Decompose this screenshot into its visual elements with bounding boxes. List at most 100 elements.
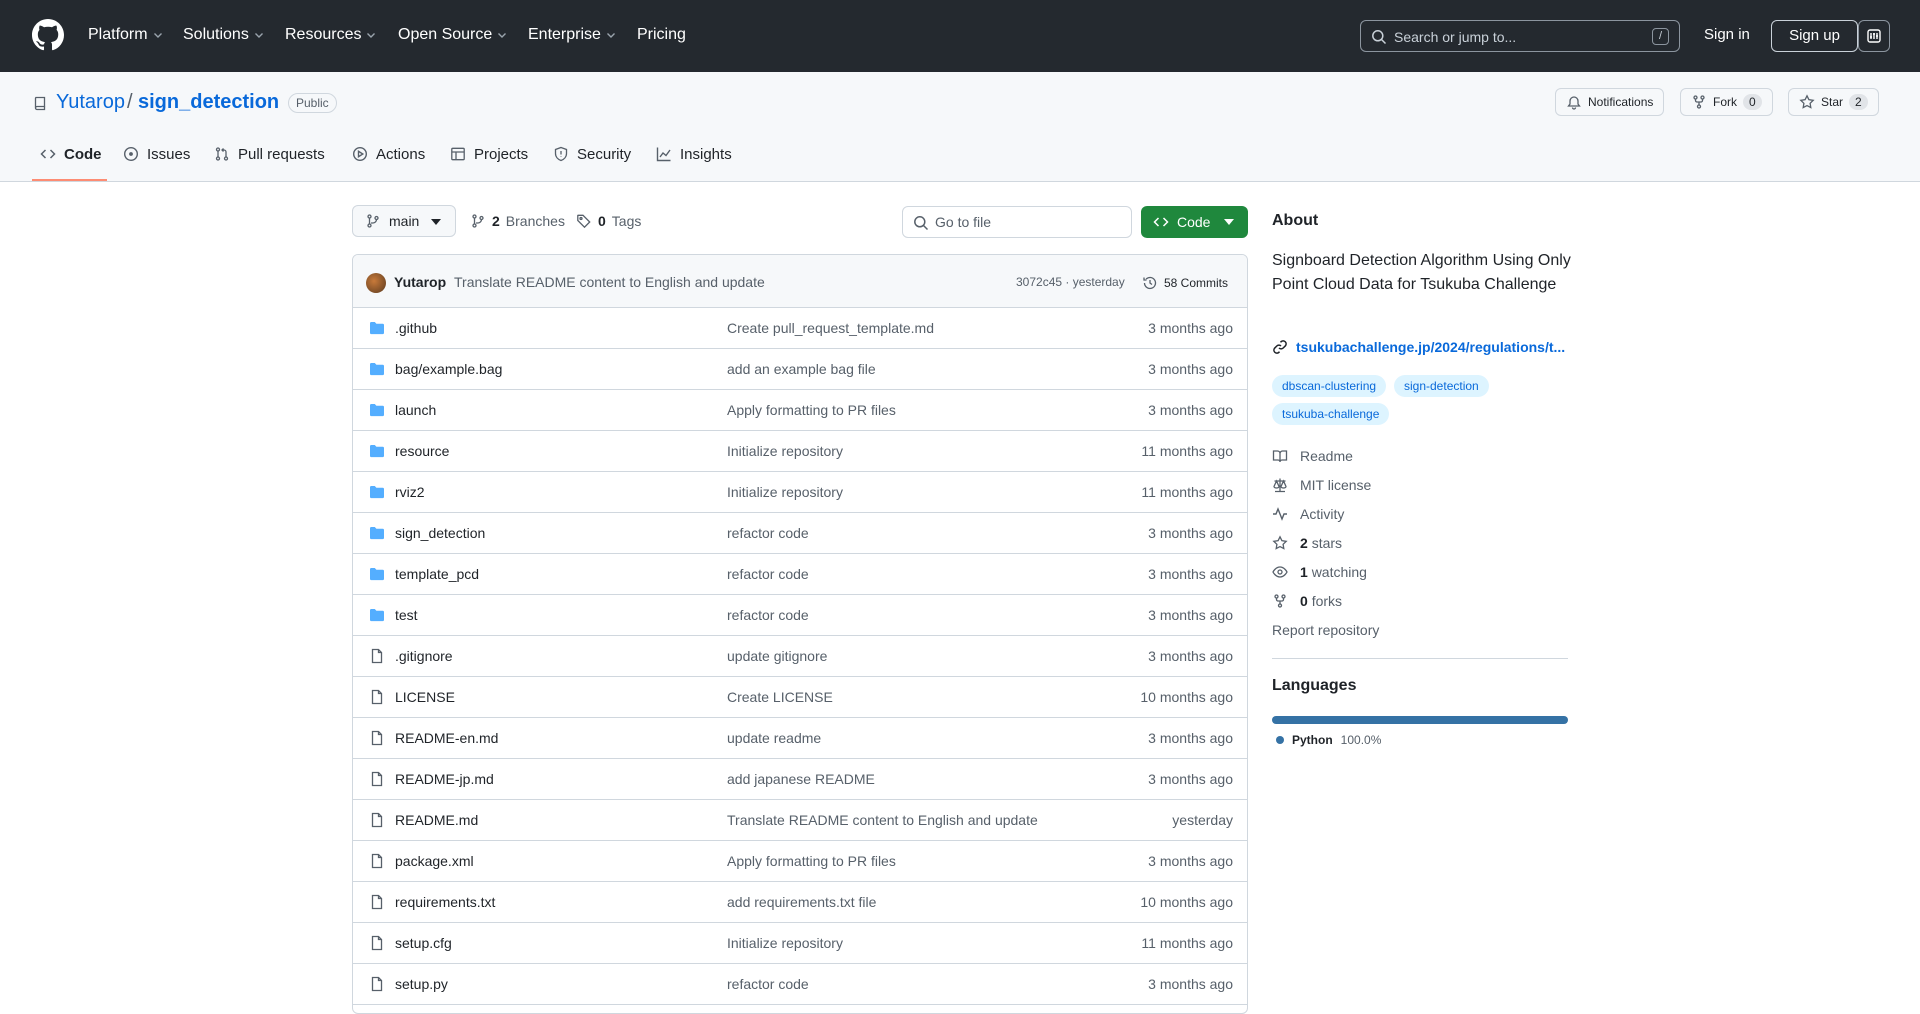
file-commit-message[interactable]: Initialize repository: [727, 443, 843, 459]
table-row[interactable]: test refactor code 3 months ago: [353, 595, 1247, 636]
settings-menu-button[interactable]: [1858, 20, 1890, 52]
star-button[interactable]: Star 2: [1788, 88, 1879, 116]
global-search-input[interactable]: Search or jump to... /: [1360, 20, 1680, 52]
branches-link[interactable]: 2 Branches: [470, 213, 565, 229]
report-repository-link[interactable]: Report repository: [1272, 622, 1379, 638]
folder-icon: [369, 361, 385, 377]
file-commit-message[interactable]: update gitignore: [727, 648, 827, 664]
sign-up-button[interactable]: Sign up: [1771, 20, 1858, 52]
table-row[interactable]: package.xml Apply formatting to PR files 3…: [353, 841, 1247, 882]
nav-platform[interactable]: Platform: [88, 24, 164, 46]
topic-tag[interactable]: tsukuba-challenge: [1272, 403, 1390, 425]
file-commit-message[interactable]: add japanese README: [727, 771, 875, 787]
table-row[interactable]: setup.cfg Initialize repository 11 months …: [353, 923, 1247, 964]
tab-pull-requests[interactable]: Pull requests: [214, 146, 325, 182]
table-row[interactable]: template_pcd refactor code 3 months ago: [353, 554, 1247, 595]
file-name-link[interactable]: .github: [395, 320, 437, 336]
file-name-link[interactable]: bag/example.bag: [395, 361, 502, 377]
topic-tag[interactable]: dbscan-clustering: [1272, 375, 1387, 397]
file-name-link[interactable]: LICENSE: [395, 689, 455, 705]
file-name-link[interactable]: sign_detection: [395, 525, 485, 541]
go-to-file-input[interactable]: Go to file: [902, 206, 1132, 238]
license-link[interactable]: MIT license: [1272, 477, 1371, 493]
table-row[interactable]: launch Apply formatting to PR files 3 mont…: [353, 390, 1247, 431]
file-commit-message[interactable]: add an example bag file: [727, 361, 876, 377]
file-commit-time: 10 months ago: [1140, 689, 1233, 705]
table-row[interactable]: resource Initialize repository 11 months a…: [353, 431, 1247, 472]
table-row[interactable]: README-en.md update readme 3 months ago: [353, 718, 1247, 759]
stars-link[interactable]: 2 stars: [1272, 535, 1342, 551]
file-name-link[interactable]: resource: [395, 443, 449, 459]
tab-insights[interactable]: Insights: [656, 146, 732, 182]
table-row[interactable]: README-jp.md add japanese README 3 months …: [353, 759, 1247, 800]
repo-owner-link[interactable]: Yutarop: [56, 91, 125, 114]
table-row[interactable]: rviz2 Initialize repository 11 months ago: [353, 472, 1247, 513]
file-commit-message[interactable]: Initialize repository: [727, 935, 843, 951]
tab-projects[interactable]: Projects: [450, 146, 528, 182]
sign-in-link[interactable]: Sign in: [1704, 26, 1750, 43]
file-name-link[interactable]: README.md: [395, 812, 478, 828]
file-commit-message[interactable]: add requirements.txt file: [727, 894, 876, 910]
avatar[interactable]: [366, 273, 386, 293]
nav-resources[interactable]: Resources: [285, 24, 377, 46]
readme-link[interactable]: Readme: [1272, 448, 1353, 464]
file-name-link[interactable]: requirements.txt: [395, 894, 495, 910]
branch-selector-button[interactable]: main: [352, 205, 456, 237]
tab-security[interactable]: Security: [553, 146, 631, 182]
nav-open-source[interactable]: Open Source: [398, 24, 508, 46]
file-commit-message[interactable]: refactor code: [727, 976, 809, 992]
file-commit-message[interactable]: Apply formatting to PR files: [727, 853, 896, 869]
table-row[interactable]: setup.py refactor code 3 months ago: [353, 964, 1247, 1005]
file-commit-message[interactable]: Initialize repository: [727, 484, 843, 500]
nav-enterprise[interactable]: Enterprise: [528, 24, 617, 46]
github-logo-icon[interactable]: [32, 19, 64, 51]
file-name-link[interactable]: launch: [395, 402, 436, 418]
commit-hash-time[interactable]: 3072c45 · yesterday: [1016, 275, 1125, 289]
table-row[interactable]: requirements.txt add requirements.txt fil…: [353, 882, 1247, 923]
file-commit-message[interactable]: Apply formatting to PR files: [727, 402, 896, 418]
file-commit-message[interactable]: refactor code: [727, 566, 809, 582]
table-row[interactable]: bag/example.bag add an example bag file 3 …: [353, 349, 1247, 390]
code-dropdown-button[interactable]: Code: [1141, 206, 1248, 238]
repo-name-link[interactable]: sign_detection: [138, 91, 279, 114]
table-row[interactable]: README.md Translate README content to Eng…: [353, 800, 1247, 841]
file-commit-message[interactable]: refactor code: [727, 525, 809, 541]
fork-button[interactable]: Fork 0: [1680, 88, 1773, 116]
file-name-link[interactable]: package.xml: [395, 853, 474, 869]
language-python[interactable]: Python 100.0%: [1276, 733, 1381, 747]
visibility-badge: Public: [288, 93, 337, 113]
nav-pricing[interactable]: Pricing: [637, 24, 686, 46]
tab-insights-label: Insights: [680, 146, 732, 163]
topic-tag[interactable]: sign-detection: [1394, 375, 1489, 397]
table-row[interactable]: .github Create pull_request_template.md 3 …: [353, 308, 1247, 349]
tab-code[interactable]: Code: [40, 146, 102, 182]
commit-message[interactable]: Translate README content to English and …: [454, 274, 765, 290]
file-name-link[interactable]: test: [395, 607, 418, 623]
file-commit-message[interactable]: Create LICENSE: [727, 689, 833, 705]
file-name-link[interactable]: README-jp.md: [395, 771, 494, 787]
file-name-link[interactable]: setup.cfg: [395, 935, 452, 951]
file-name-link[interactable]: setup.py: [395, 976, 448, 992]
activity-link[interactable]: Activity: [1272, 506, 1344, 522]
file-name-link[interactable]: rviz2: [395, 484, 425, 500]
tab-actions[interactable]: Actions: [352, 146, 425, 182]
file-name-link[interactable]: template_pcd: [395, 566, 479, 582]
tab-issues[interactable]: Issues: [123, 146, 190, 182]
file-commit-message[interactable]: update readme: [727, 730, 821, 746]
table-row[interactable]: LICENSE Create LICENSE 10 months ago: [353, 677, 1247, 718]
table-row[interactable]: sign_detection refactor code 3 months ago: [353, 513, 1247, 554]
file-commit-message[interactable]: Create pull_request_template.md: [727, 320, 934, 336]
tags-link[interactable]: 0 Tags: [576, 213, 641, 229]
forks-link[interactable]: 0 forks: [1272, 593, 1342, 609]
table-row[interactable]: .gitignore update gitignore 3 months ago: [353, 636, 1247, 677]
watchers-link[interactable]: 1 watching: [1272, 564, 1367, 580]
notifications-button[interactable]: Notifications: [1555, 88, 1665, 116]
homepage-link[interactable]: tsukubachallenge.jp/2024/regulations/t..…: [1272, 339, 1572, 355]
file-commit-message[interactable]: refactor code: [727, 607, 809, 623]
file-name-link[interactable]: .gitignore: [395, 648, 453, 664]
file-name-link[interactable]: README-en.md: [395, 730, 498, 746]
commit-author[interactable]: Yutarop: [394, 274, 446, 290]
commits-link[interactable]: 58 Commits: [1142, 275, 1228, 291]
nav-solutions[interactable]: Solutions: [183, 24, 265, 46]
file-commit-message[interactable]: Translate README content to English and …: [727, 812, 1038, 828]
